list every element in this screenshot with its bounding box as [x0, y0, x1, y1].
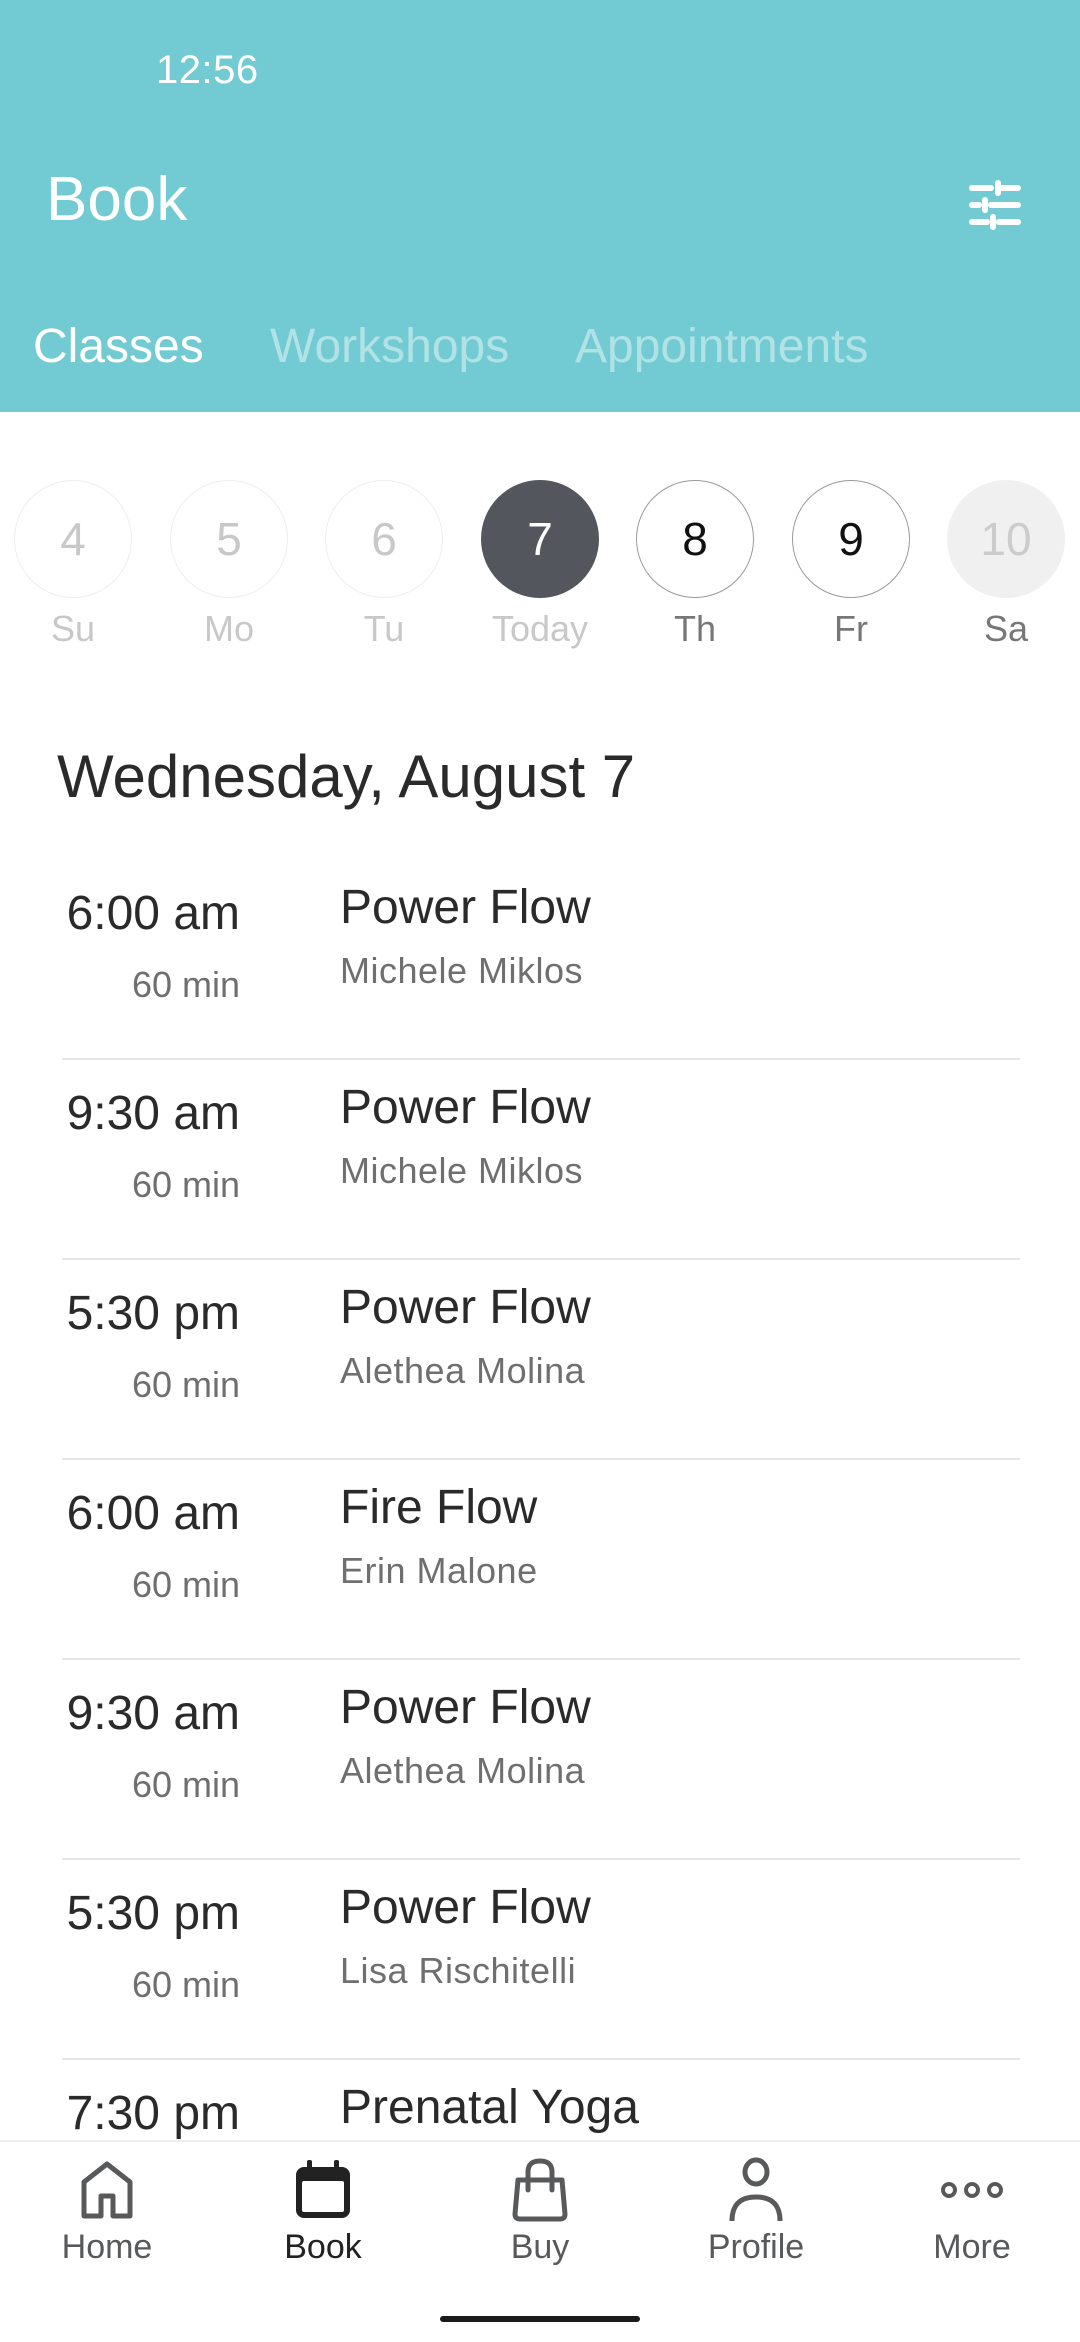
day-label: Sa — [983, 608, 1029, 649]
class-name: Power Flow — [340, 1681, 591, 1734]
nav-label: Home — [61, 2228, 153, 2266]
class-duration: 60 min — [131, 1764, 240, 1805]
nav-more[interactable]: More — [872, 2158, 1072, 2278]
filter-button[interactable] — [960, 170, 1030, 240]
date-selector: 4 Su 5 Mo 6 Tu 7 Today 8 Th 9 Fr 10 Sa — [0, 480, 1080, 660]
day-number: 8 — [636, 480, 754, 598]
nav-label: Book — [284, 2228, 362, 2266]
day-tuesday[interactable]: 6 Tu — [306, 480, 462, 660]
class-name: Power Flow — [340, 1281, 591, 1334]
class-time: 5:30 pm — [66, 1887, 240, 1940]
status-bar-time: 12:56 — [156, 48, 259, 92]
class-duration: 60 min — [131, 964, 240, 1005]
day-label: Tu — [363, 608, 405, 649]
class-row[interactable]: 9:30 am 60 min Power Flow Michele Miklos — [0, 1060, 1080, 1260]
shopping-bag-icon — [508, 2158, 572, 2222]
day-number: 10 — [947, 480, 1065, 598]
day-sunday[interactable]: 4 Su — [0, 480, 151, 660]
selected-date-heading: Wednesday, August 7 — [57, 743, 636, 810]
nav-label: More — [933, 2228, 1011, 2266]
day-label: Mo — [203, 608, 254, 649]
home-indicator[interactable] — [440, 2316, 640, 2322]
day-number: 6 — [325, 480, 443, 598]
day-today[interactable]: 7 Today — [462, 480, 618, 660]
class-name: Fire Flow — [340, 1481, 538, 1534]
day-number: 9 — [792, 480, 910, 598]
person-icon — [724, 2157, 788, 2222]
more-dots-icon — [940, 2158, 1004, 2222]
class-row[interactable]: 5:30 pm 60 min Power Flow Lisa Rischitel… — [0, 1860, 1080, 2060]
class-instructor: Erin Malone — [340, 1550, 538, 1591]
class-row[interactable]: 5:30 pm 60 min Power Flow Alethea Molina — [0, 1260, 1080, 1460]
day-monday[interactable]: 5 Mo — [151, 480, 307, 660]
class-name: Prenatal Yoga — [340, 2081, 639, 2134]
class-time: 9:30 am — [66, 1687, 240, 1740]
class-time: 6:00 am — [66, 1487, 240, 1540]
class-time: 6:00 am — [66, 887, 240, 940]
app-header: 12:56 Book Classes Workshops Appointment… — [0, 0, 1080, 412]
day-label: Fr — [834, 608, 868, 649]
class-time: 5:30 pm — [66, 1287, 240, 1340]
day-label: Th — [673, 608, 716, 649]
class-duration: 60 min — [131, 1164, 240, 1205]
day-label: Today — [491, 608, 589, 649]
class-instructor: Michele Miklos — [340, 1150, 584, 1191]
class-instructor: Lisa Rischitelli — [340, 1950, 577, 1991]
class-list: 6:00 am 60 min Power Flow Michele Miklos… — [0, 860, 1080, 2260]
day-number: 5 — [170, 480, 288, 598]
class-instructor: Michele Miklos — [340, 950, 584, 991]
home-icon — [75, 2158, 139, 2222]
bottom-navigation: Home Book Buy Profile More — [0, 2140, 1080, 2342]
day-number: 7 — [481, 480, 599, 598]
class-instructor: Alethea Molina — [340, 1750, 586, 1791]
nav-book[interactable]: Book — [223, 2158, 423, 2278]
nav-home[interactable]: Home — [7, 2158, 207, 2278]
class-row[interactable]: 9:30 am 60 min Power Flow Alethea Molina — [0, 1660, 1080, 1860]
nav-profile[interactable]: Profile — [656, 2157, 856, 2278]
day-number: 4 — [14, 480, 132, 598]
nav-label: Profile — [707, 2228, 805, 2266]
day-label: Su — [50, 608, 96, 649]
tab-classes[interactable]: Classes — [33, 312, 204, 382]
class-time: 7:30 pm — [66, 2087, 240, 2140]
tab-appointments[interactable]: Appointments — [575, 312, 869, 382]
page-title: Book — [46, 165, 188, 234]
class-duration: 60 min — [131, 1564, 240, 1605]
class-name: Power Flow — [340, 881, 591, 934]
booking-tabs: Classes Workshops Appointments — [0, 312, 1080, 382]
nav-buy[interactable]: Buy — [440, 2158, 640, 2278]
class-duration: 60 min — [131, 1964, 240, 2005]
day-saturday[interactable]: 10 Sa — [928, 480, 1080, 660]
class-instructor: Alethea Molina — [340, 1350, 586, 1391]
day-friday[interactable]: 9 Fr — [773, 480, 929, 660]
tab-workshops[interactable]: Workshops — [270, 312, 509, 382]
class-name: Power Flow — [340, 1081, 591, 1134]
class-duration: 60 min — [131, 1364, 240, 1405]
class-row[interactable]: 6:00 am 60 min Fire Flow Erin Malone — [0, 1460, 1080, 1660]
nav-label: Buy — [510, 2228, 570, 2266]
class-name: Power Flow — [340, 1881, 591, 1934]
class-row[interactable]: 6:00 am 60 min Power Flow Michele Miklos — [0, 860, 1080, 1060]
day-thursday[interactable]: 8 Th — [617, 480, 773, 660]
sliders-icon — [969, 180, 1021, 230]
calendar-icon — [291, 2158, 355, 2222]
class-time: 9:30 am — [66, 1087, 240, 1140]
